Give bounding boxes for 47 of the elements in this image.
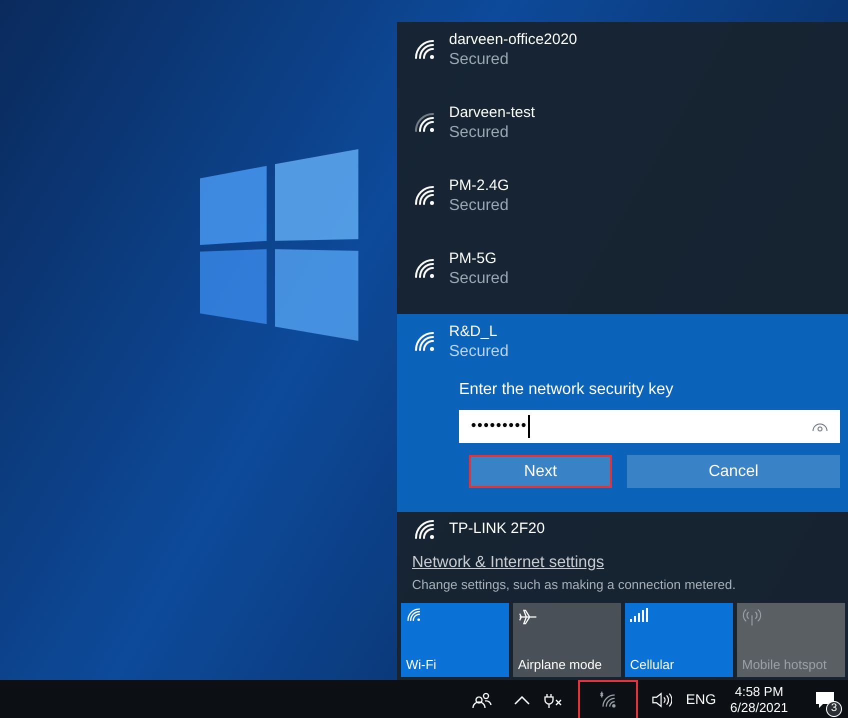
language-indicator[interactable]: ENG: [686, 689, 716, 710]
network-item-expanded[interactable]: R&D_L Secured Enter the network security key ••••••••• Next Cancel: [397, 314, 848, 512]
network-name: R&D_L: [449, 322, 498, 342]
network-name: PM-5G: [449, 249, 498, 269]
clock-date: 6/28/2021: [730, 700, 788, 716]
signal-bars-icon: [630, 606, 650, 622]
network-status: Secured: [449, 269, 509, 289]
wifi-icon: [406, 606, 422, 622]
network-name: PM-2.4G: [449, 176, 510, 196]
antenna-icon: [742, 606, 762, 626]
notification-count: 3: [826, 700, 842, 716]
airplane-icon: [518, 606, 538, 626]
wifi-disconnected-icon: [598, 690, 618, 710]
network-status: Secured: [449, 342, 509, 362]
network-status: Secured: [449, 50, 510, 70]
power-plug-icon[interactable]: [544, 692, 564, 708]
network-item[interactable]: PM-5G Secured: [397, 241, 848, 314]
settings-link[interactable]: Network & Internet settings: [412, 551, 833, 575]
network-item[interactable]: Darveen-test Secured: [397, 95, 848, 168]
notifications-button[interactable]: 3: [810, 684, 840, 714]
clock[interactable]: 4:58 PM 6/28/2021: [730, 684, 788, 716]
dialog-button[interactable]: Next: [469, 455, 612, 488]
speaker-icon[interactable]: [652, 692, 672, 708]
network-name: TP-LINK 2F20: [449, 519, 545, 540]
quick-action-tile[interactable]: Airplane mode: [513, 602, 621, 676]
clock-time: 4:58 PM: [734, 684, 784, 700]
wifi-signal-icon: [413, 330, 437, 354]
network-name: darveen-office2020: [449, 30, 578, 50]
network-tray-button[interactable]: [578, 680, 638, 718]
password-value: •••••••••: [471, 415, 530, 438]
network-item[interactable]: darveen-office2020 Secured: [397, 22, 848, 95]
chevron-up-icon[interactable]: [514, 694, 530, 706]
quick-action-tile[interactable]: Cellular: [625, 602, 733, 676]
security-key-field[interactable]: •••••••••: [459, 410, 840, 443]
settings-description: Change settings, such as making a connection metered.: [412, 576, 737, 594]
quick-action-tile[interactable]: Wi-Fi: [401, 602, 509, 676]
people-icon[interactable]: [472, 692, 492, 708]
wifi-signal-icon: [413, 518, 437, 542]
dialog-button[interactable]: Cancel: [627, 455, 840, 488]
network-name: Darveen-test: [449, 103, 535, 123]
network-status: Secured: [449, 196, 510, 216]
network-item[interactable]: PM-2.4G Secured: [397, 168, 848, 241]
eye-icon: [812, 420, 828, 432]
message-icon: [815, 690, 835, 710]
network-status: Secured: [449, 123, 510, 143]
network-item[interactable]: TP-LINK 2F20: [397, 512, 848, 547]
security-key-prompt: Enter the network security key: [459, 380, 674, 400]
